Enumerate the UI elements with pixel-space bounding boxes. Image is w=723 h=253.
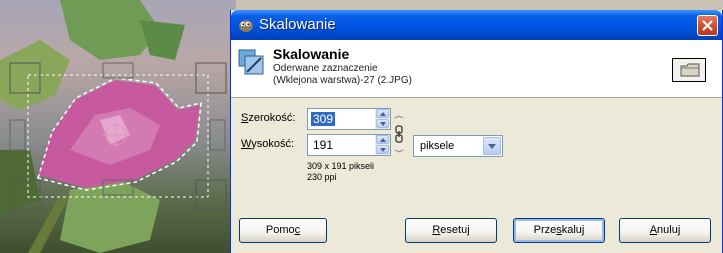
size-info: 309 x 191 pikseli: [307, 161, 375, 171]
help-button[interactable]: Pomoc: [239, 218, 327, 243]
height-value[interactable]: 191: [311, 138, 335, 152]
height-increment-button[interactable]: [376, 135, 389, 144]
header-layer-name: Oderwane zaznaczenie: [273, 63, 378, 74]
gimp-wilber-icon: [239, 20, 253, 32]
height-spinner[interactable]: [375, 135, 390, 155]
unit-value: piksele: [420, 140, 455, 152]
header-image-name: (Wklejona warstwa)-27 (2.JPG): [273, 75, 412, 86]
image-preview-icon: [680, 63, 700, 77]
scale-layer-icon: [238, 49, 264, 75]
width-label: Szerokość:: [241, 112, 296, 124]
close-icon: [702, 20, 713, 31]
height-decrement-button[interactable]: [376, 145, 389, 154]
photo-flower: [0, 0, 227, 253]
width-spinner[interactable]: [375, 109, 390, 129]
image-preview-button[interactable]: [672, 58, 706, 82]
window-title: Skalowanie: [259, 16, 336, 33]
chain-link-icon[interactable]: [393, 114, 405, 154]
width-value[interactable]: 309: [311, 112, 336, 126]
chevron-down-icon[interactable]: [483, 137, 501, 155]
unit-select[interactable]: piksele: [413, 135, 503, 157]
close-button[interactable]: [697, 15, 718, 36]
image-canvas[interactable]: [0, 0, 236, 253]
height-label: Wysokość:: [241, 138, 295, 150]
cancel-button[interactable]: Anuluj: [619, 218, 711, 243]
width-increment-button[interactable]: [376, 109, 389, 118]
header-title: Skalowanie: [273, 46, 350, 62]
reset-button[interactable]: Resetuj: [405, 218, 497, 243]
scale-dialog: Skalowanie Skalowanie Oderwane zaznaczen…: [230, 10, 723, 253]
title-bar[interactable]: Skalowanie: [231, 10, 722, 40]
height-spinbox[interactable]: 191: [307, 134, 391, 156]
resolution-info: 230 ppi: [307, 172, 337, 182]
dialog-header: Skalowanie Oderwane zaznaczenie (Wklejon…: [231, 40, 722, 98]
scale-button[interactable]: Przeskaluj: [513, 218, 605, 243]
width-spinbox[interactable]: 309: [307, 108, 391, 130]
width-decrement-button[interactable]: [376, 119, 389, 128]
